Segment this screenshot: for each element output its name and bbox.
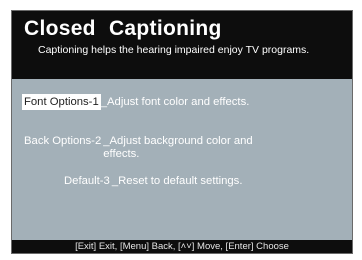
closed-captioning-menu: Closed Captioning Captioning helps the h… — [11, 10, 353, 254]
menu-item-key: Default-3 — [64, 175, 110, 187]
menu-item-description: _Adjust background color and effects. — [103, 135, 253, 160]
menu-item-description: _Reset to default settings. — [111, 175, 243, 187]
menu-header: Closed Captioning Captioning helps the h… — [12, 11, 352, 79]
page-subtitle: Captioning helps the hearing impaired en… — [38, 44, 310, 56]
menu-item-font-options[interactable]: Font Options-1 _Adjust font color and eff… — [22, 94, 250, 110]
menu-item-default[interactable]: Default-3 _Reset to default settings. — [62, 175, 242, 188]
menu-item-back-options[interactable]: Back Options-2 _Adjust background color a… — [22, 135, 273, 161]
menu-item-description: _Adjust font color and effects. — [100, 96, 250, 108]
key-hint-bar: [Exit] Exit, [Menu] Back, [˄˅] Move, [En… — [75, 241, 289, 252]
page-title: Closed Captioning — [24, 17, 222, 40]
menu-item-key: Font Options-1 — [22, 94, 101, 110]
menu-item-key: Back Options-2 — [24, 135, 102, 147]
